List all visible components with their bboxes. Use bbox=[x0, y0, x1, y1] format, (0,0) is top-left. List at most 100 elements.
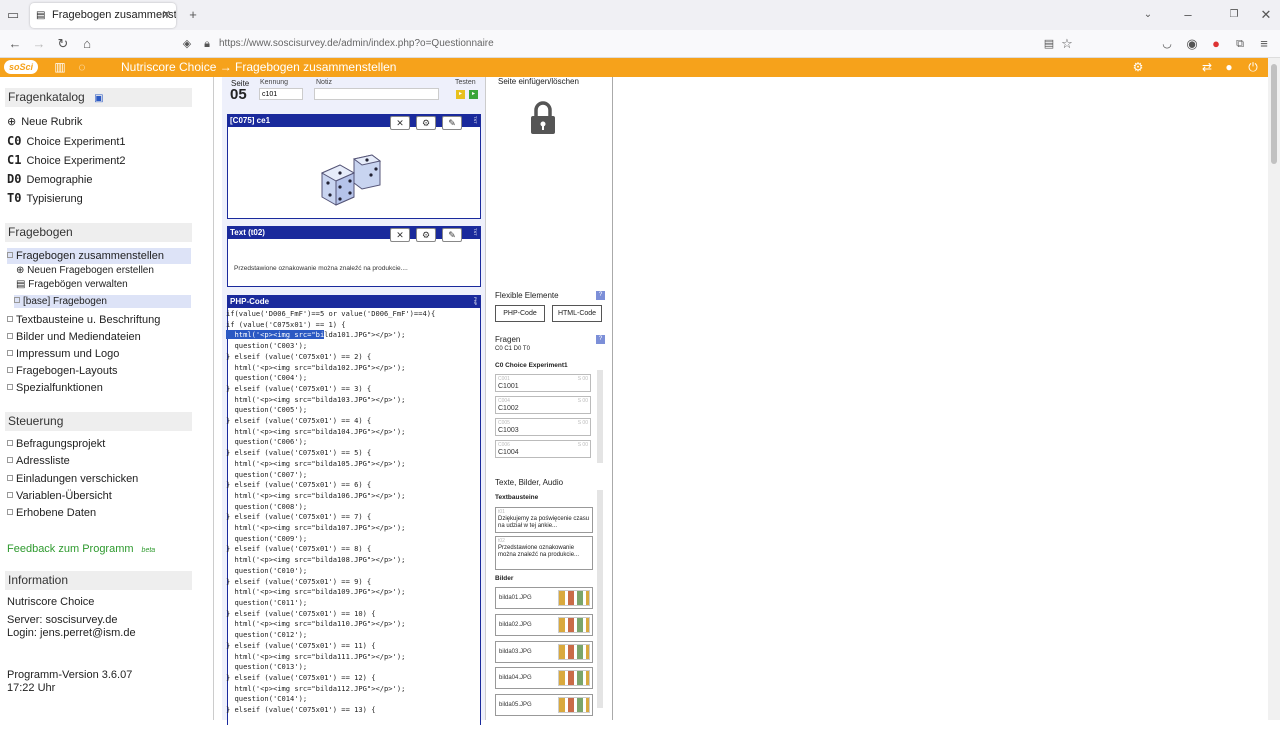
kennung-input[interactable] bbox=[259, 88, 303, 100]
sidebar-sub-fragebogen-verwalten[interactable]: ▤ Fragebögen verwalten bbox=[16, 278, 128, 291]
image-card[interactable]: bilda04.JPG bbox=[495, 667, 593, 689]
chat-icon[interactable]: ◌ bbox=[74, 59, 90, 75]
edit-icon[interactable]: ✎ bbox=[442, 228, 462, 242]
beta-badge: beta bbox=[141, 547, 156, 554]
extension-red-icon[interactable]: ● bbox=[1207, 35, 1225, 53]
sidebar-item-adressliste[interactable]: Adressliste bbox=[7, 453, 70, 469]
sidebar-item-erhobene-daten[interactable]: Erhobene Daten bbox=[7, 505, 96, 521]
code-rest: question('C003'); } elseif (value('C075x… bbox=[226, 341, 406, 715]
html-code-button[interactable]: HTML-Code bbox=[552, 305, 602, 322]
rubrik-title: C0 Choice Experiment1 bbox=[495, 362, 568, 369]
question-card[interactable]: C006 S 00 C1004 bbox=[495, 440, 591, 458]
image-card[interactable]: bilda05.JPG bbox=[495, 694, 593, 716]
sidebar-item-c1[interactable]: C1 Choice Experiment2 bbox=[7, 152, 126, 169]
php-code-button[interactable]: PHP-Code bbox=[495, 305, 545, 322]
bookmark-star-icon[interactable]: ☆ bbox=[1058, 35, 1076, 53]
sidebar-item-layouts[interactable]: Fragebogen-Layouts bbox=[7, 363, 118, 379]
texte-scrollbar[interactable] bbox=[597, 490, 603, 708]
sidebar-sub-base-fragebogen[interactable]: [base] Fragebogen bbox=[14, 295, 191, 308]
back-icon[interactable]: ← bbox=[6, 35, 24, 53]
sidebar-item-variablen[interactable]: Variablen-Übersicht bbox=[7, 488, 112, 504]
image-card[interactable]: bilda03.JPG bbox=[495, 641, 593, 663]
tab-overview-icon[interactable]: ▭ bbox=[4, 6, 22, 24]
test-page-icon[interactable]: ▸ bbox=[456, 90, 465, 99]
test-from-here-icon[interactable]: ▸ bbox=[469, 90, 478, 99]
sidebar-item-t0[interactable]: T0 Typisierung bbox=[7, 190, 83, 207]
catalog-icon[interactable]: ▥ bbox=[52, 59, 68, 75]
logout-icon[interactable]: ⏻ bbox=[1245, 59, 1261, 75]
account-icon[interactable]: ◉ bbox=[1183, 35, 1201, 53]
sidebar-sub-neuer-fragebogen[interactable]: ⊕ Neuen Fragebogen erstellen bbox=[16, 264, 154, 277]
sidebar-item-textbausteine[interactable]: Textbausteine u. Beschriftung bbox=[7, 312, 160, 328]
scrollbar-thumb[interactable] bbox=[1271, 64, 1277, 164]
restore-icon[interactable]: ❐ bbox=[1225, 6, 1243, 24]
app-header-bar: soSci ▥ ◌ Nutriscore Choice → Fragebogen… bbox=[0, 58, 1268, 77]
question-card[interactable]: C005 S 00 C1003 bbox=[495, 418, 591, 436]
image-card[interactable]: bilda01.JPG bbox=[495, 587, 593, 609]
page-favicon-icon: ▤ bbox=[36, 10, 46, 21]
help-icon[interactable]: ? bbox=[596, 291, 605, 300]
sidebar-item-einladungen[interactable]: Einladungen verschicken bbox=[7, 471, 138, 487]
dice-icon bbox=[320, 154, 382, 206]
forward-icon[interactable]: → bbox=[30, 35, 48, 53]
reload-icon[interactable]: ↻ bbox=[54, 35, 72, 53]
sidebar: Fragenkatalog ▣ ⊕ Neue Rubrik C0 Choice Ex… bbox=[0, 77, 214, 720]
information-heading: Information bbox=[5, 571, 192, 590]
fragen-rubrik-codes: C0 C1 D0 T0 bbox=[495, 346, 530, 352]
close-tab-icon[interactable]: ✕ bbox=[162, 3, 171, 28]
question-card[interactable]: C004 S 00 C1002 bbox=[495, 396, 591, 414]
question-card[interactable]: C001 S 00 C1001 bbox=[495, 374, 591, 392]
lock-icon: 🔒︎ bbox=[204, 38, 210, 50]
code-selection: html('<p><img src="bi bbox=[226, 330, 325, 340]
address-bar[interactable]: https://www.soscisurvey.de/admin/index.p… bbox=[219, 36, 494, 52]
settings-icon[interactable]: ⚙ bbox=[416, 228, 436, 242]
fragen-scrollbar[interactable] bbox=[597, 370, 603, 463]
pocket-icon[interactable]: ◡ bbox=[1158, 35, 1176, 53]
feedback-link[interactable]: Feedback zum Programm beta bbox=[7, 541, 155, 559]
sidebar-item-befragungsprojekt[interactable]: Befragungsprojekt bbox=[7, 436, 105, 452]
sidebar-item-neue-rubrik[interactable]: ⊕ Neue Rubrik bbox=[7, 114, 82, 130]
tab-title: Fragebogen zusammenstellen bbox=[52, 9, 176, 21]
settings-icon[interactable]: ⚙ bbox=[416, 116, 436, 130]
text-block-card[interactable]: t01 Dziękujemy za poświęcenie czasu na ud… bbox=[495, 507, 593, 533]
minimize-icon[interactable]: – bbox=[1179, 6, 1197, 24]
user-icon[interactable]: ● bbox=[1221, 59, 1237, 75]
php-code-editor[interactable]: if(value('D006_FmF')==5 or value('D006_F… bbox=[226, 309, 475, 729]
sidebar-item-fragebogen-zusammenstellen[interactable]: Fragebogen zusammenstellen bbox=[7, 248, 191, 264]
notiz-input[interactable] bbox=[314, 88, 439, 100]
soscisurvey-logo[interactable]: soSci bbox=[4, 60, 38, 74]
extensions-icon[interactable]: ⧉ bbox=[1231, 35, 1249, 53]
menu-icon[interactable]: ≡ bbox=[1255, 35, 1273, 53]
switch-icon[interactable]: ⇄ bbox=[1199, 59, 1215, 75]
shield-icon[interactable]: ◈ bbox=[178, 35, 196, 53]
lock-icon[interactable] bbox=[529, 100, 557, 136]
tab-list-icon[interactable]: ⌄ bbox=[1139, 6, 1157, 24]
flexible-elements-label: Flexible Elemente bbox=[495, 291, 559, 300]
catalog-window-icon[interactable]: ▣ bbox=[94, 93, 103, 104]
breadcrumb: Nutriscore Choice → Fragebogen zusammens… bbox=[121, 60, 397, 74]
gear-icon[interactable]: ⚙ bbox=[1130, 59, 1146, 75]
sidebar-item-impressum[interactable]: Impressum und Logo bbox=[7, 346, 119, 362]
home-icon[interactable]: ⌂ bbox=[78, 35, 96, 53]
delete-icon[interactable]: ✕ bbox=[390, 116, 410, 130]
delete-icon[interactable]: ✕ bbox=[390, 228, 410, 242]
steuerung-heading: Steuerung bbox=[5, 412, 192, 431]
list-icon: ▤ bbox=[16, 279, 29, 290]
edit-icon[interactable]: ✎ bbox=[442, 116, 462, 130]
sidebar-item-d0[interactable]: D0 Demographie bbox=[7, 171, 93, 188]
sidebar-item-bilder[interactable]: Bilder und Mediendateien bbox=[7, 329, 141, 345]
question-panel-c075: [C075] ce1 ✕ ⚙ ✎ TXT bbox=[227, 114, 481, 219]
reader-view-icon[interactable]: ▤ bbox=[1040, 35, 1058, 53]
sidebar-item-spezialfunktionen[interactable]: Spezialfunktionen bbox=[7, 380, 103, 396]
help-icon[interactable]: ? bbox=[596, 335, 605, 344]
browser-tab[interactable]: ▤ Fragebogen zusammenstellen ✕ bbox=[30, 3, 176, 28]
image-card[interactable]: bilda02.JPG bbox=[495, 614, 593, 636]
sidebar-item-c0[interactable]: C0 Choice Experiment1 bbox=[7, 133, 126, 150]
add-circle-icon: ⊕ bbox=[16, 265, 28, 276]
window-close-icon[interactable]: ✕ bbox=[1257, 6, 1275, 24]
new-tab-icon[interactable]: + bbox=[184, 6, 202, 24]
page-scrollbar[interactable] bbox=[1268, 58, 1280, 720]
image-thumbnail bbox=[558, 644, 590, 660]
panel-title: PHP-Code bbox=[228, 296, 480, 308]
text-block-card[interactable]: t02 Przedstawione oznakowanie można znale… bbox=[495, 536, 593, 570]
